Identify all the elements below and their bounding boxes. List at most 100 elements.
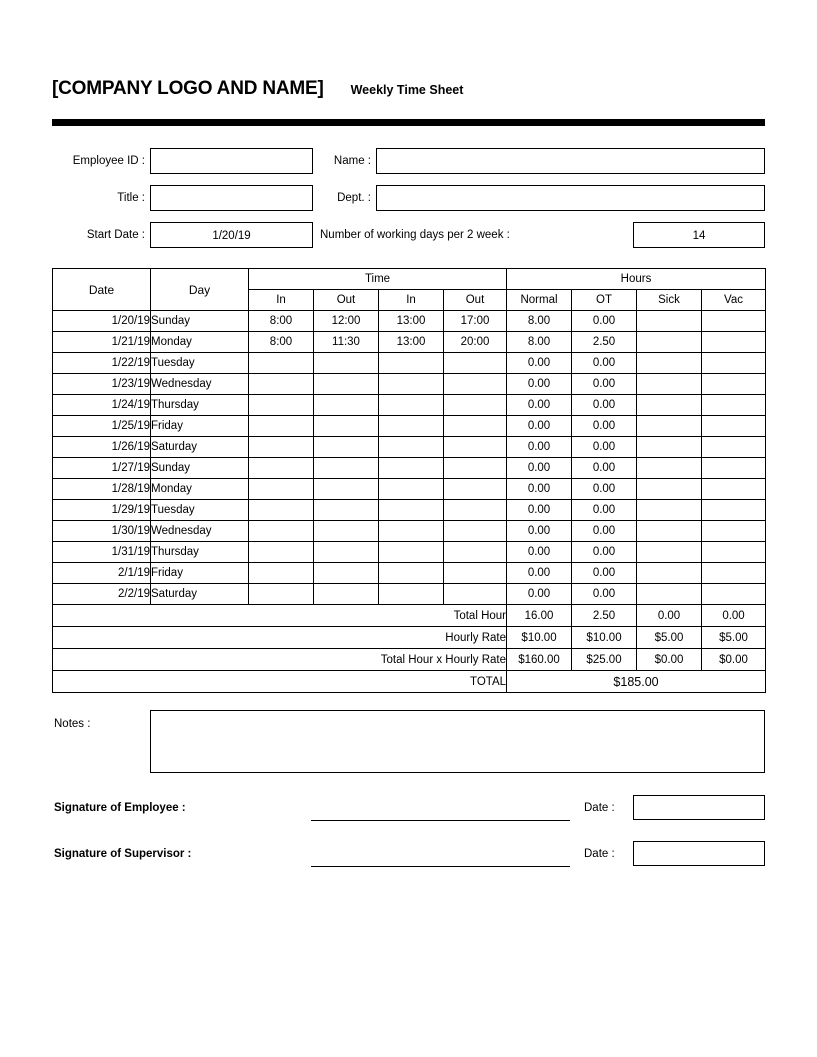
cell-vac[interactable] xyxy=(701,520,767,542)
cell-time-in-1[interactable] xyxy=(248,373,314,395)
cell-time-in-2[interactable] xyxy=(378,373,444,395)
notes-field[interactable] xyxy=(150,710,765,773)
cell-time-in-2[interactable] xyxy=(378,415,444,437)
cell-time-in-2[interactable] xyxy=(378,583,444,605)
cell-time-in-2[interactable]: 13:00 xyxy=(378,310,444,332)
cell-vac[interactable] xyxy=(701,373,767,395)
cell-time-in-2[interactable] xyxy=(378,562,444,584)
cell-vac[interactable] xyxy=(701,457,767,479)
cell-time-out-1[interactable] xyxy=(313,499,379,521)
cell-time-out-1[interactable] xyxy=(313,394,379,416)
cell-time-out-2[interactable]: 20:00 xyxy=(442,331,508,353)
cell-sick[interactable] xyxy=(636,415,703,437)
cell-time-out-2[interactable] xyxy=(442,583,508,605)
cell-time-in-1[interactable] xyxy=(248,457,314,479)
cell-time-out-1[interactable] xyxy=(313,583,379,605)
cell-vac[interactable] xyxy=(701,310,767,332)
cell-vac[interactable] xyxy=(701,499,767,521)
cell-time-in-1[interactable]: 8:00 xyxy=(248,331,314,353)
cell-time-in-1[interactable] xyxy=(248,415,314,437)
cell-time-out-2[interactable] xyxy=(442,352,508,374)
cell-time-out-1[interactable]: 11:30 xyxy=(313,331,379,353)
employee-signature-line[interactable] xyxy=(311,820,570,821)
cell-vac[interactable] xyxy=(701,436,767,458)
cell-time-in-1[interactable] xyxy=(248,520,314,542)
cell-time-in-2[interactable] xyxy=(378,436,444,458)
hourly-rate-vac[interactable]: $5.00 xyxy=(701,626,767,649)
cell-time-out-2[interactable] xyxy=(442,478,508,500)
cell-time-in-2[interactable] xyxy=(378,520,444,542)
cell-time-out-2[interactable] xyxy=(442,457,508,479)
cell-time-out-2[interactable]: 17:00 xyxy=(442,310,508,332)
cell-time-out-2[interactable] xyxy=(442,541,508,563)
hourly-rate-normal[interactable]: $10.00 xyxy=(506,626,573,649)
cell-sick[interactable] xyxy=(636,520,703,542)
cell-time-out-1[interactable] xyxy=(313,478,379,500)
cell-sick[interactable] xyxy=(636,499,703,521)
cell-time-out-2[interactable] xyxy=(442,499,508,521)
cell-time-out-2[interactable] xyxy=(442,436,508,458)
cell-vac[interactable] xyxy=(701,478,767,500)
cell-time-out-2[interactable] xyxy=(442,394,508,416)
cell-time-in-1[interactable] xyxy=(248,394,314,416)
cell-time-out-1[interactable] xyxy=(313,520,379,542)
hourly-rate-sick[interactable]: $5.00 xyxy=(636,626,703,649)
cell-time-out-2[interactable] xyxy=(442,562,508,584)
cell-sick[interactable] xyxy=(636,562,703,584)
cell-sick[interactable] xyxy=(636,331,703,353)
cell-ot: 0.00 xyxy=(571,373,638,395)
cell-time-out-1[interactable] xyxy=(313,562,379,584)
hourly-rate-ot[interactable]: $10.00 xyxy=(571,626,638,649)
cell-time-in-2[interactable] xyxy=(378,457,444,479)
cell-time-out-2[interactable] xyxy=(442,520,508,542)
cell-sick[interactable] xyxy=(636,478,703,500)
cell-time-in-1[interactable] xyxy=(248,499,314,521)
cell-time-in-2[interactable] xyxy=(378,478,444,500)
cell-sick[interactable] xyxy=(636,373,703,395)
cell-time-in-1[interactable] xyxy=(248,562,314,584)
cell-time-in-1[interactable]: 8:00 xyxy=(248,310,314,332)
cell-time-in-2[interactable] xyxy=(378,394,444,416)
cell-vac[interactable] xyxy=(701,352,767,374)
cell-sick[interactable] xyxy=(636,352,703,374)
cell-sick[interactable] xyxy=(636,394,703,416)
cell-time-out-1[interactable] xyxy=(313,436,379,458)
cell-time-out-2[interactable] xyxy=(442,373,508,395)
employee-date-field[interactable] xyxy=(633,795,765,820)
cell-vac[interactable] xyxy=(701,415,767,437)
cell-vac[interactable] xyxy=(701,583,767,605)
cell-vac[interactable] xyxy=(701,394,767,416)
dept-field[interactable] xyxy=(376,185,765,211)
cell-time-out-1[interactable] xyxy=(313,415,379,437)
cell-sick[interactable] xyxy=(636,457,703,479)
cell-time-out-1[interactable] xyxy=(313,352,379,374)
cell-vac[interactable] xyxy=(701,562,767,584)
employee-id-field[interactable] xyxy=(150,148,313,174)
cell-time-in-2[interactable]: 13:00 xyxy=(378,331,444,353)
supervisor-date-field[interactable] xyxy=(633,841,765,866)
cell-vac[interactable] xyxy=(701,331,767,353)
cell-time-out-1[interactable]: 12:00 xyxy=(313,310,379,332)
cell-time-in-1[interactable] xyxy=(248,436,314,458)
cell-time-in-2[interactable] xyxy=(378,499,444,521)
cell-time-out-1[interactable] xyxy=(313,373,379,395)
cell-time-in-1[interactable] xyxy=(248,541,314,563)
cell-time-in-2[interactable] xyxy=(378,352,444,374)
cell-time-out-1[interactable] xyxy=(313,541,379,563)
name-field[interactable] xyxy=(376,148,765,174)
cell-sick[interactable] xyxy=(636,583,703,605)
cell-vac[interactable] xyxy=(701,541,767,563)
cell-sick[interactable] xyxy=(636,436,703,458)
cell-time-in-2[interactable] xyxy=(378,541,444,563)
supervisor-signature-line[interactable] xyxy=(311,866,570,867)
cell-sick[interactable] xyxy=(636,310,703,332)
title-field[interactable] xyxy=(150,185,313,211)
working-days-field[interactable]: 14 xyxy=(633,222,765,248)
cell-time-in-1[interactable] xyxy=(248,352,314,374)
cell-time-out-1[interactable] xyxy=(313,457,379,479)
cell-time-out-2[interactable] xyxy=(442,415,508,437)
cell-time-in-1[interactable] xyxy=(248,478,314,500)
start-date-field[interactable]: 1/20/19 xyxy=(150,222,313,248)
cell-sick[interactable] xyxy=(636,541,703,563)
cell-time-in-1[interactable] xyxy=(248,583,314,605)
